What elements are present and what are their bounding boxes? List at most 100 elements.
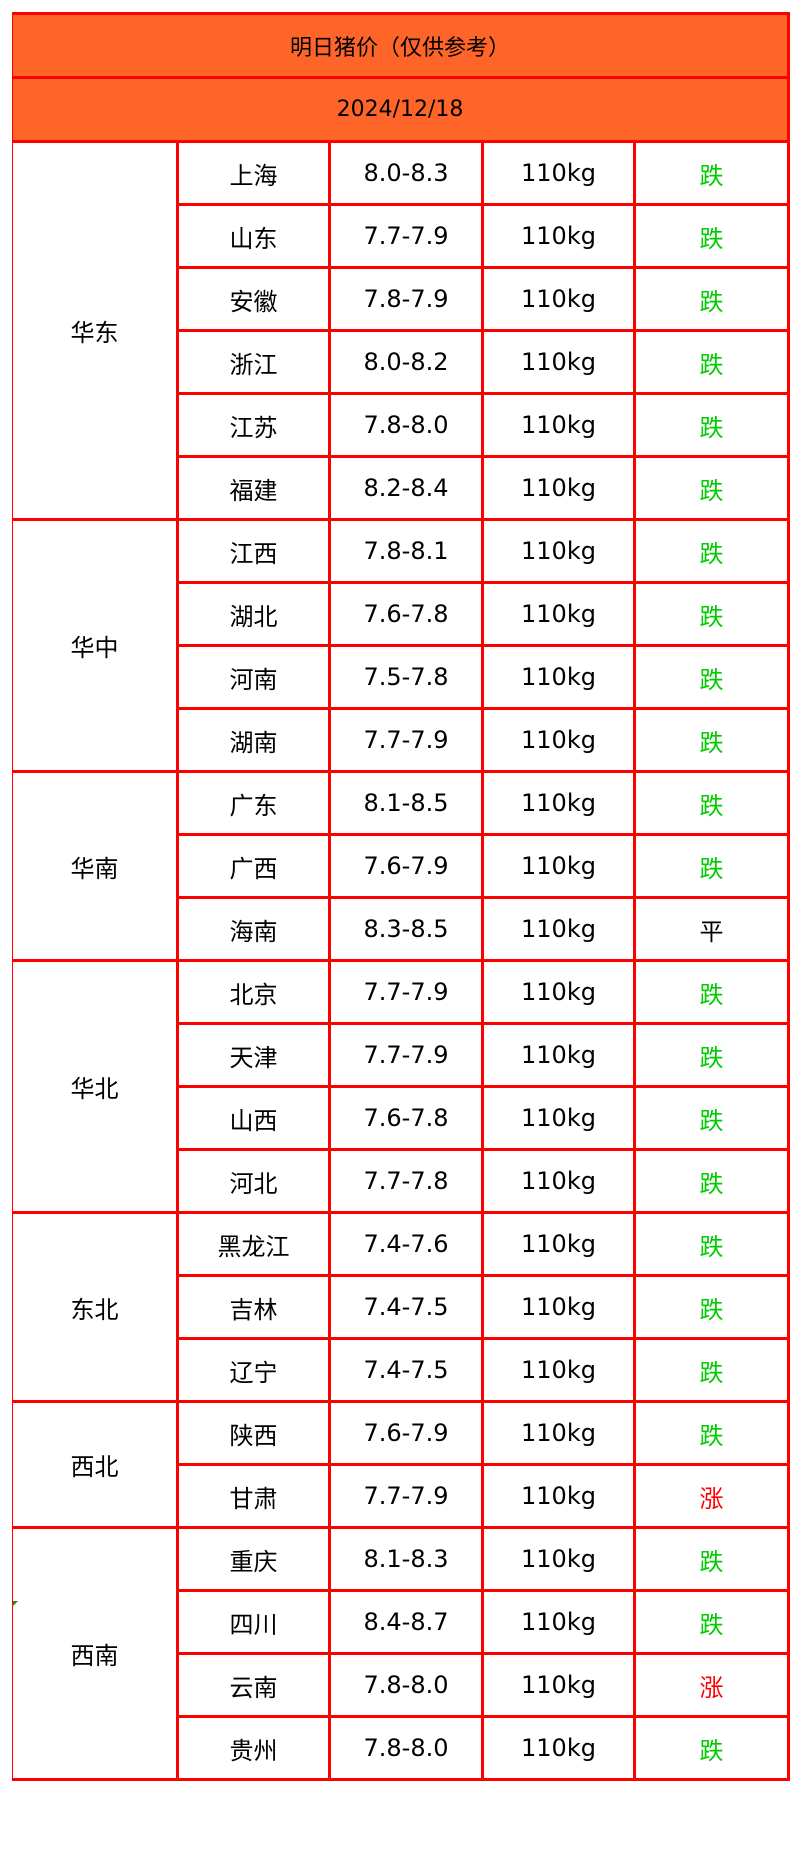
region-cell: 华中	[12, 518, 179, 773]
weight-cell: 110kg	[481, 1526, 636, 1592]
trend-cell: 跌	[632, 518, 791, 584]
province-cell: 福建	[176, 455, 331, 521]
trend-cell: 跌	[632, 959, 791, 1025]
price-range-cell: 8.0-8.2	[328, 329, 484, 395]
province-cell: 黑龙江	[176, 1211, 331, 1277]
table-row: 华中 江西 7.8-8.1 110kg 跌	[12, 518, 791, 773]
date-row: 2024/12/18	[11, 76, 791, 143]
weight-cell: 110kg	[481, 1211, 636, 1277]
trend-cell: 跌	[632, 1274, 791, 1340]
title-row: 明日猪价（仅供参考）	[11, 12, 791, 79]
trend-cell: 平	[632, 896, 791, 962]
table-row: 华北 北京 7.7-7.9 110kg 跌	[12, 959, 791, 1214]
price-range-cell: 7.4-7.5	[328, 1337, 484, 1403]
cell-comment-marker	[13, 1601, 18, 1606]
price-range-cell: 7.8-8.0	[328, 392, 484, 458]
region-cell: 西南	[12, 1526, 179, 1781]
weight-cell: 110kg	[481, 1337, 636, 1403]
region-cell: 华北	[12, 959, 179, 1214]
table-body: 明日猪价（仅供参考） 2024/12/18 华东 上海 8.0-8.3 110kg 跌山…	[11, 12, 791, 1781]
price-range-cell: 7.8-8.0	[328, 1652, 484, 1718]
weight-cell: 110kg	[481, 1715, 636, 1781]
trend-cell: 涨	[632, 1463, 791, 1529]
table-row: 西南 重庆 8.1-8.3 110kg 跌	[12, 1526, 791, 1781]
province-cell: 贵州	[176, 1715, 331, 1781]
weight-cell: 110kg	[481, 518, 636, 584]
weight-cell: 110kg	[481, 644, 636, 710]
region-cell: 东北	[12, 1211, 179, 1403]
table-row: 西北 陕西 7.6-7.9 110kg 跌	[12, 1400, 791, 1529]
price-range-cell: 7.7-7.9	[328, 959, 484, 1025]
province-cell: 天津	[176, 1022, 331, 1088]
trend-cell: 跌	[632, 1211, 791, 1277]
price-range-cell: 7.6-7.9	[328, 1400, 484, 1466]
weight-cell: 110kg	[481, 1148, 636, 1214]
price-range-cell: 7.6-7.8	[328, 581, 484, 647]
trend-cell: 跌	[632, 1085, 791, 1151]
province-cell: 海南	[176, 896, 331, 962]
price-range-cell: 8.1-8.5	[328, 770, 484, 836]
weight-cell: 110kg	[481, 833, 636, 899]
price-range-cell: 7.7-7.9	[328, 1022, 484, 1088]
price-range-cell: 8.1-8.3	[328, 1526, 484, 1592]
weight-cell: 110kg	[481, 896, 636, 962]
province-cell: 广东	[176, 770, 331, 836]
price-range-cell: 7.5-7.8	[328, 644, 484, 710]
province-cell: 山西	[176, 1085, 331, 1151]
weight-cell: 110kg	[481, 455, 636, 521]
province-cell: 河南	[176, 644, 331, 710]
province-cell: 广西	[176, 833, 331, 899]
price-range-cell: 7.7-7.9	[328, 1463, 484, 1529]
province-cell: 吉林	[176, 1274, 331, 1340]
trend-cell: 跌	[632, 581, 791, 647]
trend-cell: 跌	[632, 455, 791, 521]
weight-cell: 110kg	[481, 392, 636, 458]
table-row: 华南 广东 8.1-8.5 110kg 跌	[12, 770, 791, 962]
price-range-cell: 7.8-7.9	[328, 266, 484, 332]
trend-cell: 跌	[632, 833, 791, 899]
province-cell: 湖南	[176, 707, 331, 773]
weight-cell: 110kg	[481, 1463, 636, 1529]
trend-cell: 跌	[632, 1337, 791, 1403]
weight-cell: 110kg	[481, 1022, 636, 1088]
trend-cell: 跌	[632, 203, 791, 269]
price-range-cell: 7.7-7.9	[328, 707, 484, 773]
price-range-cell: 7.4-7.5	[328, 1274, 484, 1340]
price-range-cell: 8.0-8.3	[328, 140, 484, 206]
weight-cell: 110kg	[481, 266, 636, 332]
price-range-cell: 7.4-7.6	[328, 1211, 484, 1277]
trend-cell: 跌	[632, 392, 791, 458]
trend-cell: 涨	[632, 1652, 791, 1718]
price-range-cell: 8.2-8.4	[328, 455, 484, 521]
trend-cell: 跌	[632, 1589, 791, 1655]
province-cell: 辽宁	[176, 1337, 331, 1403]
price-range-cell: 7.8-8.1	[328, 518, 484, 584]
price-range-cell: 7.6-7.8	[328, 1085, 484, 1151]
weight-cell: 110kg	[481, 770, 636, 836]
trend-cell: 跌	[632, 1022, 791, 1088]
trend-cell: 跌	[632, 266, 791, 332]
weight-cell: 110kg	[481, 1400, 636, 1466]
trend-cell: 跌	[632, 707, 791, 773]
trend-cell: 跌	[632, 1526, 791, 1592]
trend-cell: 跌	[632, 1400, 791, 1466]
trend-cell: 跌	[632, 329, 791, 395]
province-cell: 河北	[176, 1148, 331, 1214]
price-range-cell: 7.8-8.0	[328, 1715, 484, 1781]
pig-price-table: 明日猪价（仅供参考） 2024/12/18 华东 上海 8.0-8.3 110kg 跌山…	[11, 12, 791, 1781]
region-cell: 华东	[12, 140, 179, 521]
trend-cell: 跌	[632, 140, 791, 206]
weight-cell: 110kg	[481, 203, 636, 269]
province-cell: 浙江	[176, 329, 331, 395]
province-cell: 山东	[176, 203, 331, 269]
province-cell: 四川	[176, 1589, 331, 1655]
province-cell: 上海	[176, 140, 331, 206]
price-range-cell: 7.7-7.9	[328, 203, 484, 269]
weight-cell: 110kg	[481, 1589, 636, 1655]
province-cell: 云南	[176, 1652, 331, 1718]
trend-cell: 跌	[632, 644, 791, 710]
table-title: 明日猪价（仅供参考）	[11, 12, 791, 79]
trend-cell: 跌	[632, 1148, 791, 1214]
trend-cell: 跌	[632, 1715, 791, 1781]
province-cell: 江苏	[176, 392, 331, 458]
